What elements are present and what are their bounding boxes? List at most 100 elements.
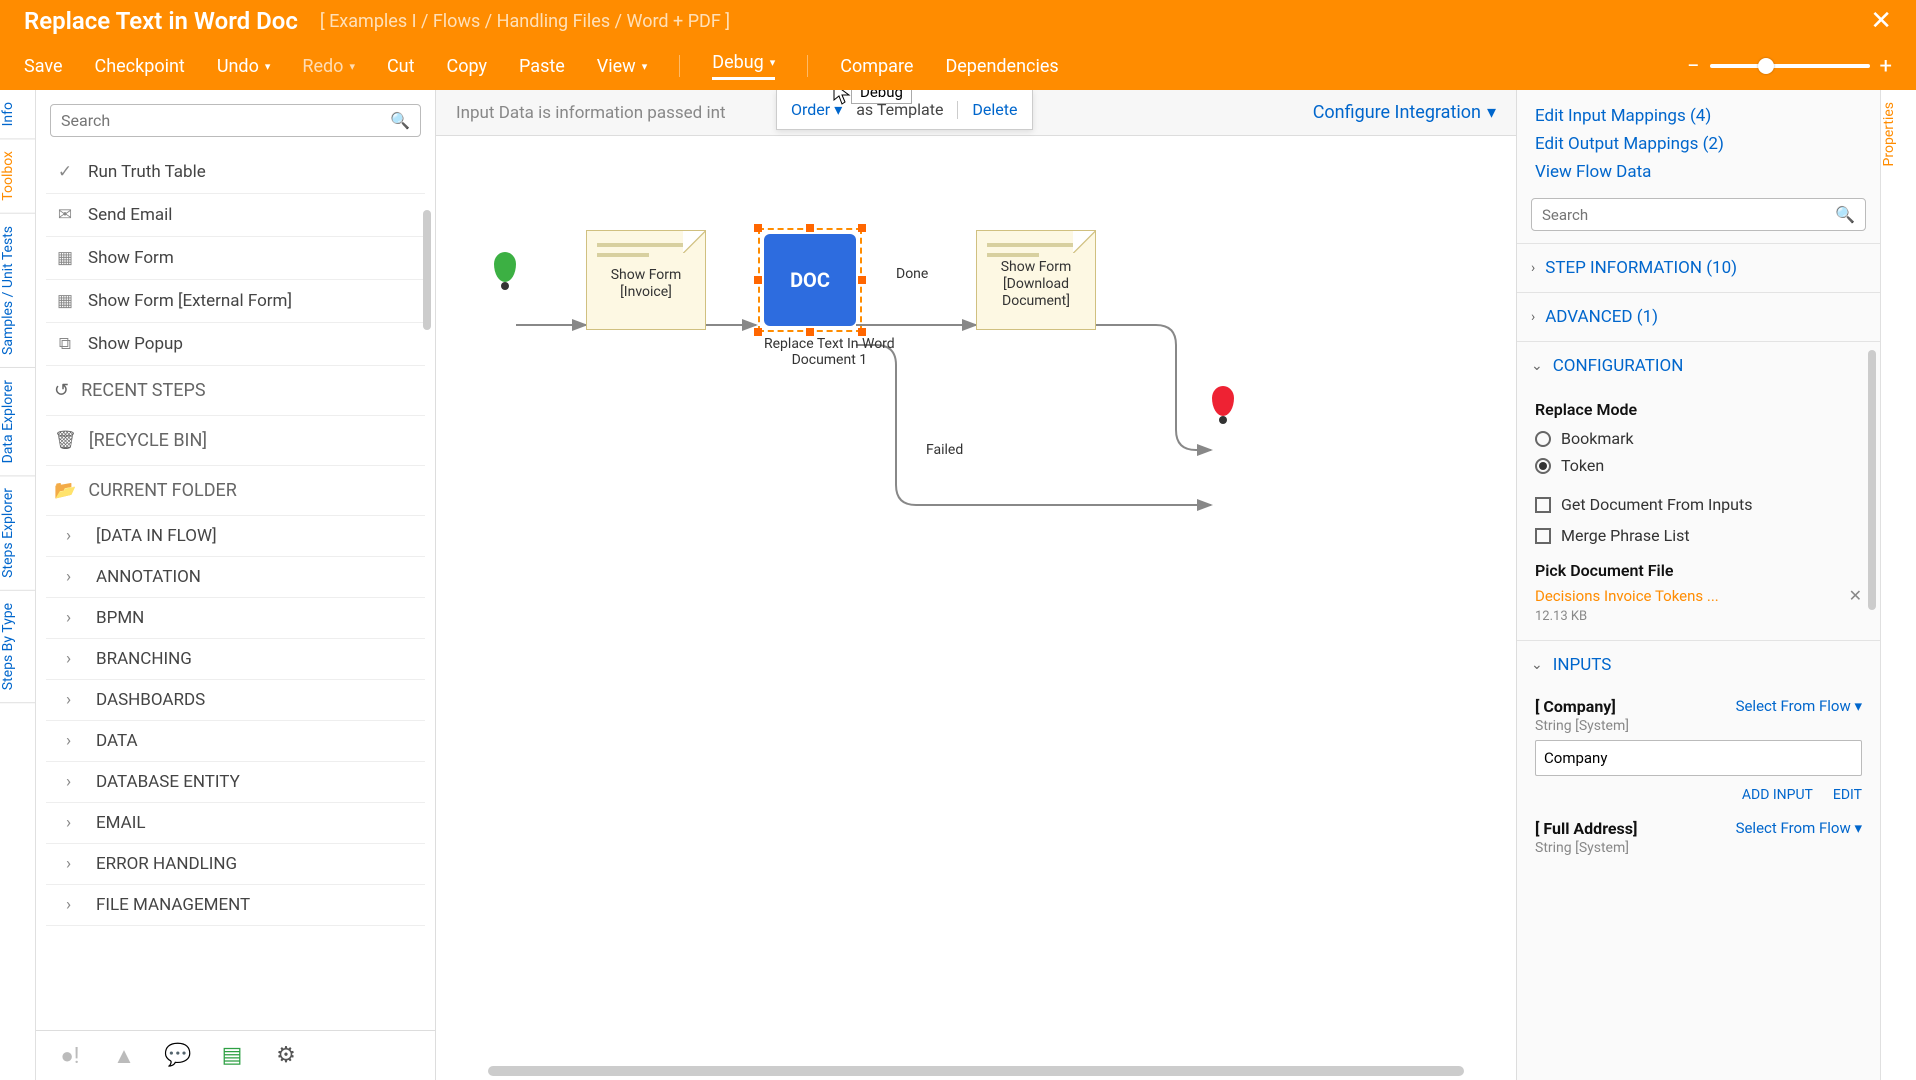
chevron-right-icon: › — [66, 608, 80, 628]
toolbox-item-show-form-external[interactable]: ▦Show Form [External Form] — [46, 280, 425, 323]
folder-data[interactable]: ›DATA — [46, 721, 425, 762]
close-icon[interactable]: ✕ — [1870, 6, 1892, 36]
chevron-right-icon: › — [66, 895, 80, 915]
node-show-form-download[interactable]: Show Form [Download Document] — [976, 230, 1096, 330]
input-full-address-label: [ Full Address] — [1535, 819, 1637, 838]
search-input[interactable] — [61, 111, 390, 130]
edit-input-button[interactable]: EDIT — [1833, 787, 1862, 803]
link-edit-input-mappings[interactable]: Edit Input Mappings (4) — [1517, 102, 1880, 130]
zoom-control: − + — [1687, 54, 1892, 79]
section-current-folder[interactable]: 📂CURRENT FOLDER — [46, 466, 425, 516]
scrollbar-thumb[interactable] — [1868, 350, 1876, 610]
check-icon: ✓ — [54, 161, 76, 183]
edge-done-label: Done — [896, 266, 928, 282]
node-label: Replace Text In Word Document 1 — [764, 336, 895, 368]
add-input-button[interactable]: ADD INPUT — [1742, 787, 1813, 803]
debug-tooltip: Debug — [851, 90, 912, 104]
folder-database-entity[interactable]: ›DATABASE ENTITY — [46, 762, 425, 803]
chevron-right-icon: › — [1531, 260, 1535, 276]
gear-icon[interactable]: ⚙ — [272, 1042, 300, 1070]
checkpoint-button[interactable]: Checkpoint — [95, 56, 185, 77]
canvas-scrollbar[interactable] — [446, 1066, 1506, 1076]
section-step-information[interactable]: › STEP INFORMATION (10) — [1517, 243, 1880, 292]
separator — [679, 55, 680, 77]
link-view-flow-data[interactable]: View Flow Data — [1517, 158, 1880, 186]
right-tabstrip: Properties — [1880, 90, 1916, 1080]
search-icon[interactable]: 🔍 — [390, 111, 410, 130]
input-full-address-action[interactable]: Select From Flow ▾ — [1736, 819, 1862, 837]
doc-icon: DOC — [790, 268, 830, 292]
chevron-down-icon: ▾ — [770, 56, 776, 69]
form-icon: ▦ — [54, 290, 76, 312]
cut-button[interactable]: Cut — [387, 56, 415, 77]
radio-bookmark[interactable]: Bookmark — [1535, 425, 1862, 452]
properties-search-input[interactable] — [1542, 206, 1835, 224]
chat-icon[interactable]: 💬 — [164, 1042, 192, 1070]
tab-properties[interactable]: Properties — [1881, 90, 1897, 178]
section-advanced[interactable]: › ADVANCED (1) — [1517, 292, 1880, 341]
warning-icon[interactable]: ▲ — [110, 1042, 138, 1070]
scrollbar-thumb[interactable] — [423, 210, 431, 330]
paste-button[interactable]: Paste — [519, 56, 565, 77]
section-recycle-bin[interactable]: 🗑[RECYCLE BIN] — [46, 416, 425, 466]
folder-bpmn[interactable]: ›BPMN — [46, 598, 425, 639]
folder-branching[interactable]: ›BRANCHING — [46, 639, 425, 680]
toolbox-item-run-truth-table[interactable]: ✓Run Truth Table — [46, 151, 425, 194]
tab-samples[interactable]: Samples / Unit Tests — [0, 214, 35, 368]
folder-file-management[interactable]: ›FILE MANAGEMENT — [46, 885, 425, 926]
zoom-slider[interactable] — [1710, 64, 1870, 68]
tab-data-explorer[interactable]: Data Explorer — [0, 368, 35, 476]
debug-button[interactable]: Debug▾ — [712, 52, 775, 80]
search-icon[interactable]: 🔍 — [1835, 205, 1855, 224]
history-icon: ↺ — [54, 380, 69, 401]
notes-icon[interactable]: ▤ — [218, 1042, 246, 1070]
node-doc-selected[interactable]: DOC Replace Text In Word Document 1 — [764, 234, 895, 368]
section-inputs[interactable]: ⌄ INPUTS — [1517, 640, 1880, 689]
compare-button[interactable]: Compare — [840, 56, 913, 77]
end-node[interactable] — [1212, 386, 1234, 416]
popover-order[interactable]: Order ▾ — [791, 100, 842, 119]
toolbox-item-show-form[interactable]: ▦Show Form — [46, 237, 425, 280]
folder-annotation[interactable]: ›ANNOTATION — [46, 557, 425, 598]
error-icon[interactable]: ●! — [56, 1042, 84, 1070]
toolbox-search[interactable]: 🔍 — [50, 104, 421, 137]
folder-dashboards[interactable]: ›DASHBOARDS — [46, 680, 425, 721]
file-name[interactable]: Decisions Invoice Tokens ... — [1535, 587, 1719, 605]
checkbox-merge-phrase[interactable]: Merge Phrase List — [1535, 520, 1862, 551]
view-button[interactable]: View▾ — [597, 56, 647, 77]
copy-button[interactable]: Copy — [447, 56, 488, 77]
tab-steps-explorer[interactable]: Steps Explorer — [0, 476, 35, 591]
remove-file-icon[interactable]: ✕ — [1849, 586, 1862, 605]
properties-search[interactable]: 🔍 — [1531, 198, 1866, 231]
tab-steps-by-type[interactable]: Steps By Type — [0, 591, 35, 703]
dependencies-button[interactable]: Dependencies — [945, 56, 1058, 77]
flow-canvas[interactable]: Input Data is information passed int Con… — [436, 90, 1516, 1080]
tab-info[interactable]: Info — [0, 90, 35, 139]
node-show-form-invoice[interactable]: Show Form [Invoice] — [586, 230, 706, 330]
input-company-value[interactable] — [1535, 740, 1862, 776]
zoom-out-icon[interactable]: − — [1687, 54, 1700, 79]
section-configuration[interactable]: ⌄ CONFIGURATION — [1517, 341, 1880, 390]
undo-button[interactable]: Undo▾ — [217, 56, 271, 77]
redo-button[interactable]: Redo▾ — [302, 56, 355, 77]
tab-toolbox[interactable]: Toolbox — [0, 139, 35, 214]
save-button[interactable]: Save — [24, 56, 63, 77]
toolbox-item-show-popup[interactable]: ⧉Show Popup — [46, 323, 425, 366]
checkbox-get-document[interactable]: Get Document From Inputs — [1535, 489, 1862, 520]
zoom-in-icon[interactable]: + — [1880, 54, 1892, 79]
input-company-action[interactable]: Select From Flow ▾ — [1736, 697, 1862, 715]
configure-integration-button[interactable]: Configure Integration ▾ — [1313, 102, 1496, 123]
folder-error-handling[interactable]: ›ERROR HANDLING — [46, 844, 425, 885]
folder-email[interactable]: ›EMAIL — [46, 803, 425, 844]
section-recent-steps[interactable]: ↺RECENT STEPS — [46, 366, 425, 416]
toolbox-item-send-email[interactable]: ✉Send Email — [46, 194, 425, 237]
chevron-right-icon: › — [1531, 309, 1535, 325]
chevron-right-icon: › — [66, 690, 80, 710]
link-edit-output-mappings[interactable]: Edit Output Mappings (2) — [1517, 130, 1880, 158]
radio-token[interactable]: Token — [1535, 452, 1862, 479]
form-icon: ▦ — [54, 247, 76, 269]
start-node[interactable] — [494, 252, 516, 282]
folder-data-in-flow[interactable]: ›[DATA IN FLOW] — [46, 516, 425, 557]
popover-delete[interactable]: Delete — [972, 100, 1017, 119]
chevron-down-icon: ⌄ — [1531, 657, 1543, 673]
